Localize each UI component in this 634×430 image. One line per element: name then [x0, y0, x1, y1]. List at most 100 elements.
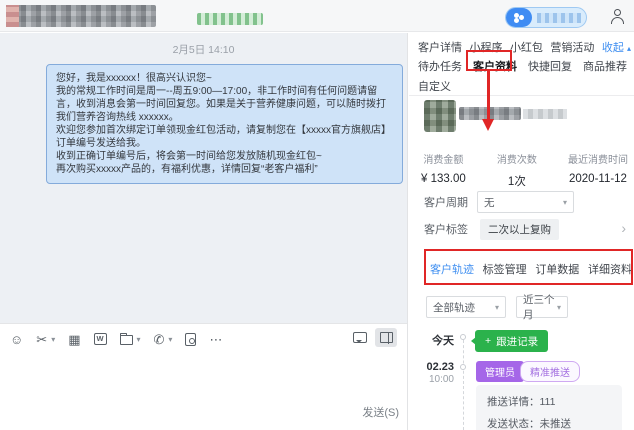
message-line: 收到正确订单编号后，将会第一时间给您发放随机现金红包~	[56, 150, 393, 163]
stat-value: 1次	[497, 173, 537, 189]
message-composer[interactable]: ☺ ✂ ▾ ▦ W ▾ ✆ ▾ ⋯ 发送(S)	[0, 323, 407, 430]
tag-label: 客户标签	[424, 221, 468, 237]
chevron-down-icon: ▾	[563, 198, 567, 207]
add-follow-up-button[interactable]: + 跟进记录	[475, 330, 548, 352]
screenshot-scissors-icon[interactable]: ✂	[36, 333, 47, 346]
cycle-dropdown[interactable]: 无 ▾	[477, 191, 574, 213]
scrm-app-button[interactable]	[505, 7, 587, 28]
more-icon[interactable]: ⋯	[209, 333, 222, 346]
image-icon[interactable]: ▦	[68, 333, 80, 346]
stat-value: ¥ 133.00	[421, 173, 466, 185]
panel-tabs-row1: 客户详情 小程序 小红包 营销活动 收起 ▴	[418, 39, 631, 55]
stat-total-spend: 消费金额 ¥ 133.00	[421, 151, 466, 189]
word-file-icon[interactable]: W	[94, 333, 107, 345]
side-panel-icon	[380, 332, 393, 343]
tab-order-data[interactable]: 订单数据	[535, 261, 579, 285]
admin-badge[interactable]: 管理员	[476, 361, 524, 382]
stat-order-count: 消费次数 1次	[497, 151, 537, 189]
red-packet-icon[interactable]	[185, 333, 196, 346]
timeline-line	[463, 340, 464, 430]
collapse-button[interactable]: 收起 ▴	[602, 39, 631, 55]
stat-value: 2020-11-12	[568, 173, 628, 185]
track-scope-value: 全部轨迹	[433, 300, 475, 315]
emoji-icon[interactable]: ☺	[10, 333, 23, 346]
stat-label: 消费金额	[421, 151, 466, 166]
stat-label: 消费次数	[497, 151, 537, 166]
chevron-down-icon: ▾	[557, 303, 561, 312]
entry-time: 10:00	[409, 374, 454, 385]
message-timestamp: 2月5日 14:10	[0, 33, 407, 57]
push-status-line: 发送状态：未推送	[487, 416, 611, 430]
stat-label: 最近消费时间	[568, 151, 628, 166]
folder-caret-icon[interactable]: ▾	[137, 335, 141, 344]
tab-marketing[interactable]: 营销活动	[550, 39, 594, 55]
customer-timeline: 今天 + 跟进记录 02.23 10:00 管理员 精准推送 推送详情：111 …	[409, 328, 634, 430]
title-bar	[0, 0, 634, 32]
scrm-app-label-redacted	[537, 13, 581, 23]
message-line: 欢迎您参加首次绑定订单领现金红包活动，请复制您在【xxxxx官方旗舰店】订单编号…	[56, 124, 393, 150]
side-panel-toggle[interactable]	[375, 328, 397, 347]
customer-avatar[interactable]	[424, 100, 456, 132]
app-window: 2月5日 14:10 您好，我是xxxxxx！很高兴认识您~ 我的常规工作时间是…	[0, 0, 634, 430]
tab-customer-details[interactable]: 客户详情	[418, 39, 462, 55]
annotation-red-arrow-line	[487, 71, 490, 120]
customer-panel: 客户详情 小程序 小红包 营销活动 收起 ▴ 待办任务 客户资料 快捷回复 商品…	[409, 33, 634, 430]
scissors-caret-icon[interactable]: ▾	[51, 335, 55, 344]
tab-detail-profile[interactable]: 详细资料	[588, 261, 632, 285]
track-filters: 全部轨迹 ▾ 近三个月 ▾	[426, 296, 568, 318]
scrm-logo-icon	[506, 8, 532, 27]
tab-custom[interactable]: 自定义	[418, 78, 451, 94]
plus-icon: +	[485, 335, 491, 347]
entry-date: 02.23	[409, 361, 454, 373]
message-line: 再次购买xxxxx产品的，有福利优惠，详情回复“老客户福利”	[56, 163, 393, 176]
tab-todo-tasks[interactable]: 待办任务	[418, 58, 462, 74]
panel-tabs-row2: 待办任务 客户资料 快捷回复 商品推荐	[418, 58, 631, 74]
customer-tag-row: 客户标签 二次以上复购 ›	[424, 219, 628, 239]
phone-caret-icon[interactable]: ▾	[168, 335, 172, 344]
track-scope-dropdown[interactable]: 全部轨迹 ▾	[426, 296, 506, 318]
message-line: 您好，我是xxxxxx！很高兴认识您~	[56, 72, 393, 85]
caret-up-icon: ▴	[627, 44, 631, 53]
composer-toolbar: ☺ ✂ ▾ ▦ W ▾ ✆ ▾ ⋯	[10, 329, 222, 349]
stat-last-purchase: 最近消费时间 2020-11-12	[568, 151, 628, 189]
chat-peer-tag-redacted	[197, 13, 263, 25]
tab-customer-track[interactable]: 客户轨迹	[430, 261, 474, 285]
cycle-value: 无	[484, 195, 495, 210]
annotation-red-arrow-head	[482, 119, 494, 131]
tab-tag-manage[interactable]: 标签管理	[483, 261, 527, 285]
chevron-right-icon[interactable]: ›	[621, 220, 626, 236]
add-follow-up-label: 跟进记录	[496, 334, 538, 349]
message-line: 我的常规工作时间是周一--周五9:00—17:00，非工作时间有任何问题请留言，…	[56, 85, 393, 124]
chat-pane: 2月5日 14:10 您好，我是xxxxxx！很高兴认识您~ 我的常规工作时间是…	[0, 33, 408, 430]
contact-profile-icon[interactable]	[611, 9, 626, 25]
phone-icon[interactable]: ✆	[154, 333, 165, 346]
track-range-value: 近三个月	[523, 292, 557, 322]
customer-stats: 消费金额 ¥ 133.00 消费次数 1次 最近消费时间 2020-11-12	[421, 151, 628, 189]
message-history[interactable]: 2月5日 14:10 您好，我是xxxxxx！很高兴认识您~ 我的常规工作时间是…	[0, 33, 407, 323]
tab-customer-info[interactable]: 客户资料	[473, 58, 517, 74]
push-detail-line: 推送详情：111	[487, 394, 611, 409]
tab-quick-reply[interactable]: 快捷回复	[528, 58, 572, 74]
tab-mini-program[interactable]: 小程序	[469, 39, 502, 55]
chevron-down-icon: ▾	[495, 303, 499, 312]
timeline-dot	[460, 334, 466, 340]
track-range-dropdown[interactable]: 近三个月 ▾	[516, 296, 568, 318]
tab-product-recommend[interactable]: 商品推荐	[583, 58, 627, 74]
detail-tabs: 客户轨迹 标签管理 订单数据 详细资料	[430, 261, 632, 285]
precise-push-badge[interactable]: 精准推送	[520, 361, 580, 382]
customer-cycle-row: 客户周期 无 ▾	[424, 191, 624, 213]
panel-tabs-row3: 自定义	[418, 78, 631, 94]
divider	[409, 95, 634, 96]
incoming-message-bubble: 您好，我是xxxxxx！很高兴认识您~ 我的常规工作时间是周一--周五9:00—…	[46, 64, 403, 184]
chat-history-icon[interactable]	[353, 332, 367, 343]
tab-red-packet[interactable]: 小红包	[510, 39, 543, 55]
timeline-today-label: 今天	[409, 332, 454, 348]
folder-icon[interactable]	[120, 335, 133, 345]
customer-name-tail-redacted	[523, 109, 567, 119]
send-button[interactable]: 发送(S)	[362, 404, 399, 420]
composer-toolbar-right	[353, 328, 397, 347]
push-detail-card: 推送详情：111 发送状态：未推送	[476, 385, 622, 430]
cycle-label: 客户周期	[424, 194, 468, 210]
customer-tag-chip[interactable]: 二次以上复购	[480, 219, 559, 240]
chat-peer-name-redacted	[6, 5, 156, 27]
